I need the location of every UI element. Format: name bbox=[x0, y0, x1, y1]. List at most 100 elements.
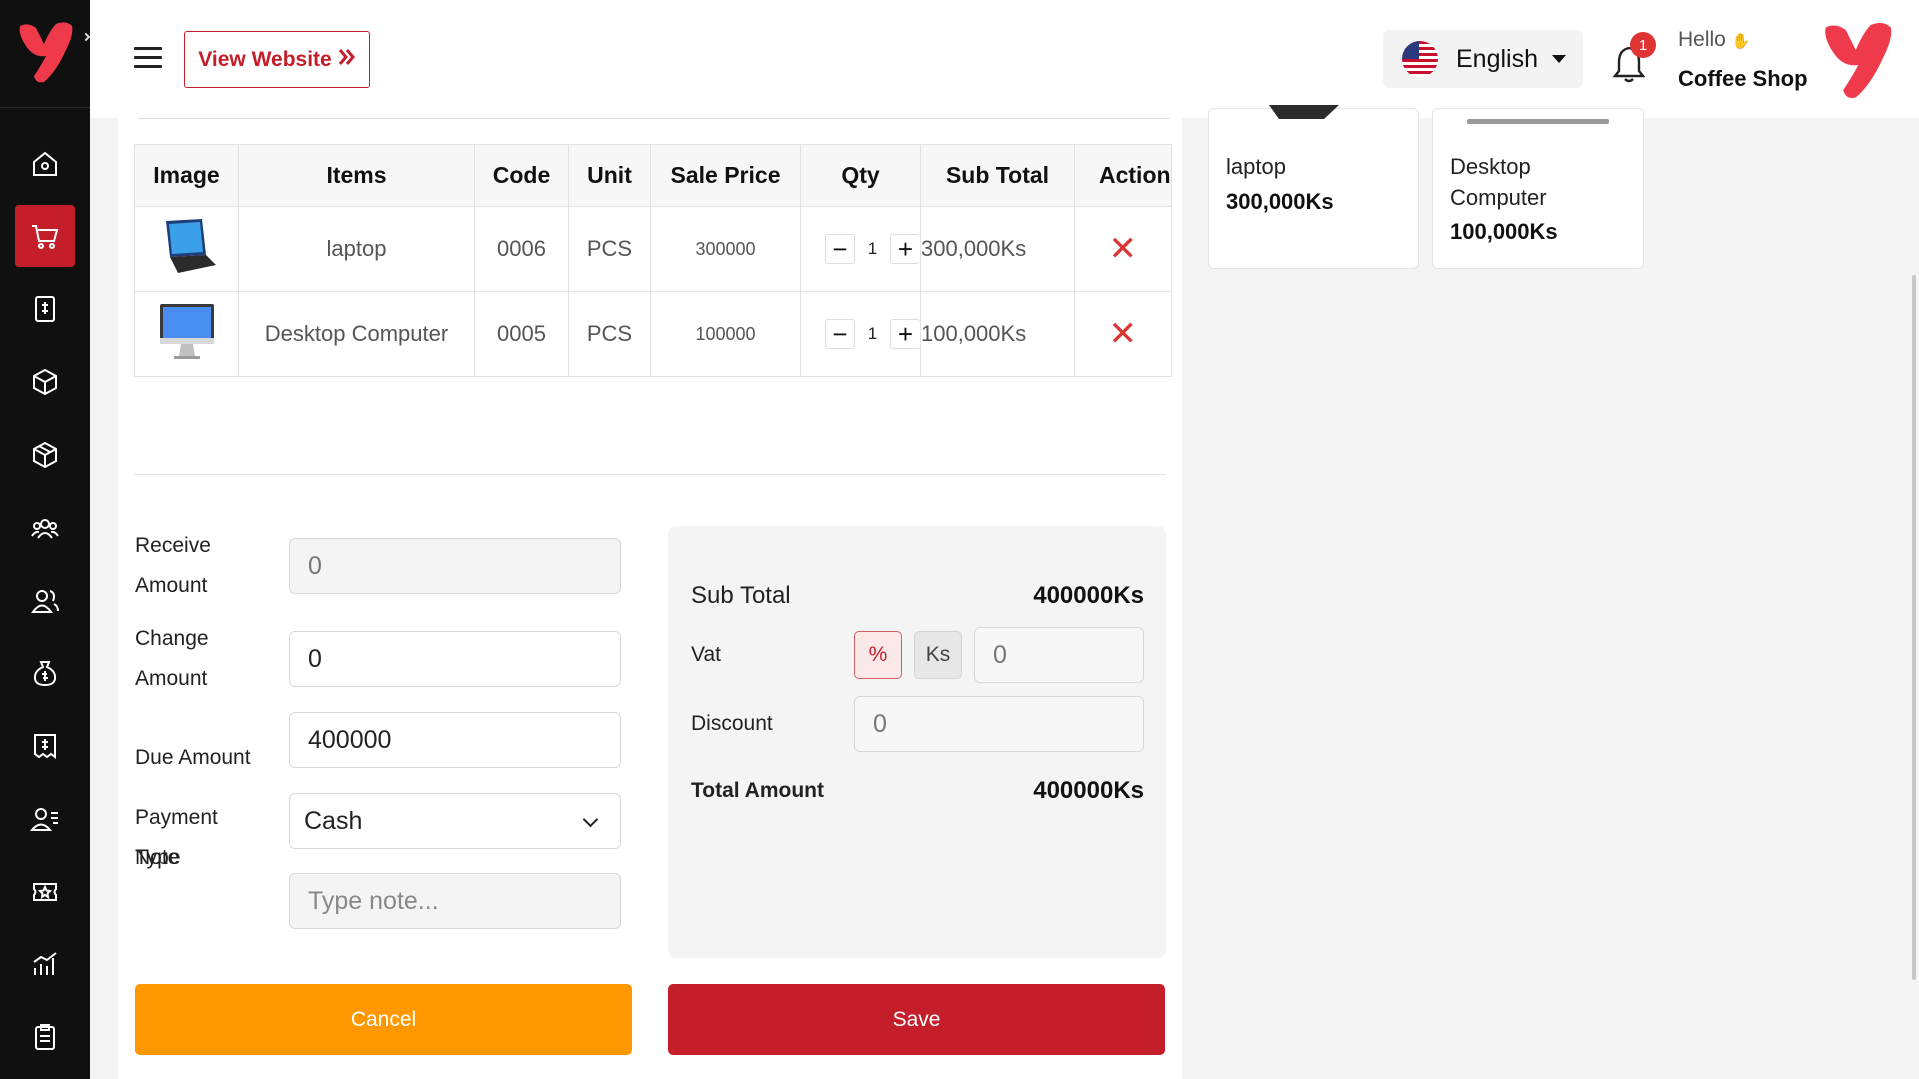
product-name: Desktop Computer bbox=[1450, 151, 1547, 213]
sub-total-value: 400000Ks bbox=[1033, 582, 1144, 609]
qty-value: 1 bbox=[867, 324, 878, 343]
item-name: Desktop Computer bbox=[238, 291, 475, 377]
qty-cell: − 1 + bbox=[800, 206, 921, 292]
item-sub-total: 100,000Ks bbox=[920, 291, 1075, 377]
delete-icon[interactable]: ✕ bbox=[1109, 315, 1138, 353]
sidebar-item-sales[interactable] bbox=[15, 278, 75, 340]
desktop-image bbox=[1467, 119, 1609, 124]
sidebar-item-home[interactable] bbox=[15, 133, 75, 195]
double-chevron-right-icon bbox=[338, 48, 356, 72]
column-header: Qty bbox=[800, 144, 921, 207]
delete-icon[interactable]: ✕ bbox=[1109, 230, 1138, 268]
language-label: English bbox=[1456, 44, 1538, 73]
name-line: Computer bbox=[1450, 185, 1547, 210]
laptop-image bbox=[165, 219, 216, 273]
sidebar-item-products[interactable] bbox=[15, 351, 75, 413]
product-price: 300,000Ks bbox=[1226, 189, 1334, 214]
divider bbox=[134, 474, 1166, 475]
item-unit: PCS bbox=[568, 291, 651, 377]
menu-toggle-icon[interactable] bbox=[134, 47, 162, 69]
view-website-button[interactable]: View Website bbox=[184, 31, 370, 88]
receive-amount-label: Receive Amount bbox=[135, 526, 211, 606]
table-row: laptop 0006 PCS 300000 − 1 + 300,000Ks ✕ bbox=[134, 206, 1172, 292]
order-summary-panel: Sub Total 400000Ks Vat % Ks 0 Discount 0… bbox=[668, 526, 1166, 958]
decrease-qty-button[interactable]: − bbox=[825, 234, 855, 264]
avatar[interactable] bbox=[1817, 20, 1897, 100]
item-image-cell bbox=[134, 206, 239, 292]
payment-type-select[interactable]: Cash bbox=[289, 793, 621, 849]
cart-icon bbox=[32, 225, 59, 249]
qty-value: 1 bbox=[867, 239, 878, 258]
change-amount-label: Change Amount bbox=[135, 619, 209, 699]
notification-button[interactable]: 1 bbox=[1611, 32, 1656, 84]
decrease-qty-button[interactable]: − bbox=[825, 319, 855, 349]
table-header-row: Image Items Code Unit Sale Price Qty Sub… bbox=[134, 144, 1172, 207]
box-icon bbox=[33, 368, 57, 396]
label-line: Amount bbox=[135, 574, 208, 597]
label-line: Payment bbox=[135, 806, 218, 829]
label-line: Amount bbox=[135, 667, 208, 690]
vat-percent-toggle[interactable]: % bbox=[854, 631, 902, 679]
laptop-image bbox=[1269, 105, 1339, 119]
increase-qty-button[interactable]: + bbox=[890, 234, 920, 264]
top-header: View Website English 1 Hello ✋ Coffee Sh… bbox=[90, 0, 1919, 118]
item-sub-total: 300,000Ks bbox=[920, 206, 1075, 292]
cancel-button[interactable]: Cancel bbox=[135, 984, 632, 1055]
name-line: Desktop bbox=[1450, 154, 1531, 179]
vat-input[interactable]: 0 bbox=[974, 627, 1144, 683]
due-amount-input[interactable]: 400000 bbox=[289, 712, 621, 768]
label-line: Type bbox=[135, 846, 181, 869]
cart-table: Image Items Code Unit Sale Price Qty Sub… bbox=[134, 144, 1172, 377]
brand-logo-icon bbox=[19, 22, 73, 83]
item-code: 0006 bbox=[474, 206, 569, 292]
increase-qty-button[interactable]: + bbox=[890, 319, 920, 349]
note-input[interactable]: Type note... bbox=[289, 873, 621, 929]
sidebar-item-pos[interactable] bbox=[15, 205, 75, 267]
vat-ks-toggle[interactable]: Ks bbox=[914, 631, 962, 679]
payment-type-label: Payment Type bbox=[135, 798, 218, 878]
table-row: Desktop Computer 0005 PCS 100000 − 1 + 1… bbox=[134, 291, 1172, 377]
column-header: Items bbox=[238, 144, 475, 207]
invoice-icon bbox=[34, 734, 56, 759]
sidebar-item-customers[interactable] bbox=[15, 497, 75, 559]
brand-logo-icon bbox=[1825, 23, 1892, 98]
scrollbar[interactable] bbox=[1912, 275, 1916, 980]
label-line: Change bbox=[135, 627, 209, 650]
column-header: Unit bbox=[568, 144, 651, 207]
sidebar-item-promotions[interactable] bbox=[15, 861, 75, 923]
column-header: Sub Total bbox=[920, 144, 1075, 207]
sidebar-item-staff[interactable] bbox=[15, 788, 75, 850]
sidebar-item-inventory[interactable] bbox=[15, 424, 75, 486]
product-card[interactable]: Desktop Computer 100,000Ks bbox=[1432, 108, 1644, 269]
sidebar-item-expenses[interactable] bbox=[15, 642, 75, 704]
product-card[interactable]: laptop 300,000Ks bbox=[1208, 105, 1419, 269]
save-button[interactable]: Save bbox=[668, 984, 1165, 1055]
users-icon bbox=[31, 590, 59, 613]
sidebar-item-reports[interactable] bbox=[15, 933, 75, 995]
sidebar bbox=[0, 0, 91, 1079]
sidebar-item-notes[interactable] bbox=[15, 1006, 75, 1068]
chevron-icon bbox=[81, 32, 91, 42]
item-unit: PCS bbox=[568, 206, 651, 292]
change-amount-input[interactable]: 0 bbox=[289, 631, 621, 687]
total-amount-label: Total Amount bbox=[691, 779, 824, 802]
package-icon bbox=[33, 441, 57, 469]
clipboard-icon bbox=[35, 1024, 55, 1050]
sidebar-item-invoices[interactable] bbox=[15, 715, 75, 777]
due-amount-label: Due Amount bbox=[135, 746, 251, 769]
product-name: laptop bbox=[1226, 154, 1286, 179]
discount-input[interactable]: 0 bbox=[854, 696, 1144, 752]
us-flag-icon bbox=[1402, 41, 1438, 77]
action-cell: ✕ bbox=[1074, 291, 1172, 377]
item-name: laptop bbox=[238, 206, 475, 292]
item-code: 0005 bbox=[474, 291, 569, 377]
total-amount-value: 400000Ks bbox=[1033, 777, 1144, 804]
sidebar-item-users[interactable] bbox=[15, 570, 75, 632]
language-selector[interactable]: English bbox=[1383, 30, 1583, 88]
greeting-text: Hello ✋ bbox=[1678, 28, 1750, 52]
receive-amount-input[interactable]: 0 bbox=[289, 538, 621, 594]
app-logo[interactable] bbox=[0, 0, 91, 108]
qty-cell: − 1 + bbox=[800, 291, 921, 377]
divider bbox=[138, 118, 1170, 119]
desktop-image bbox=[159, 304, 214, 359]
